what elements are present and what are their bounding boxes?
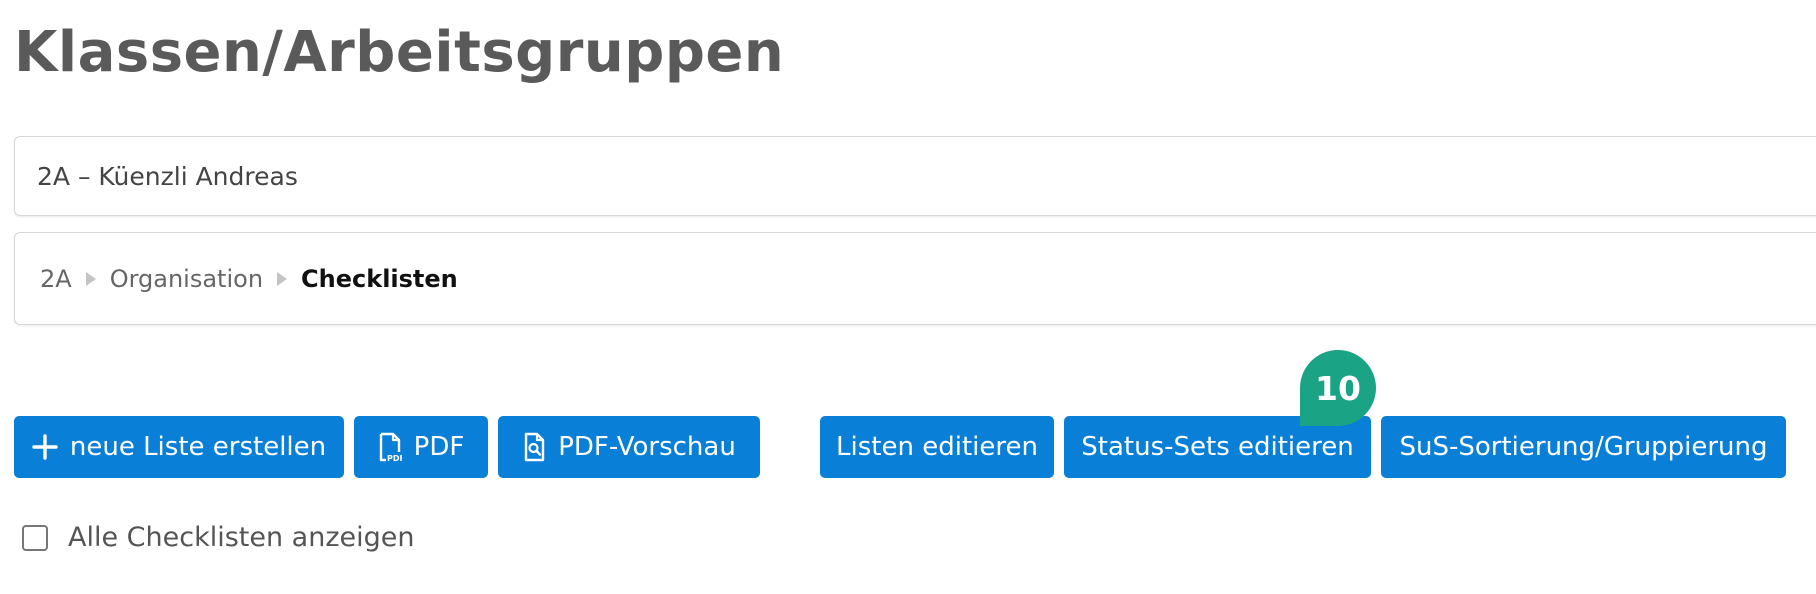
edit-lists-button[interactable]: Listen editieren xyxy=(820,416,1054,478)
show-all-checkbox[interactable] xyxy=(22,524,48,551)
page: Klassen/Arbeitsgruppen 2A – Küenzli Andr… xyxy=(0,0,1816,594)
breadcrumb-separator-icon xyxy=(85,271,96,286)
class-selector[interactable]: 2A – Küenzli Andreas xyxy=(14,136,1816,216)
breadcrumb-item-organisation[interactable]: Organisation xyxy=(110,265,263,293)
step-badge-number: 10 xyxy=(1315,368,1361,408)
new-list-button[interactable]: neue Liste erstellen xyxy=(14,416,344,478)
sus-sorting-label: SuS-Sortierung/Gruppierung xyxy=(1399,432,1768,462)
file-search-icon xyxy=(522,432,546,462)
class-selector-value: 2A – Küenzli Andreas xyxy=(37,161,298,191)
sus-sorting-button[interactable]: SuS-Sortierung/Gruppierung xyxy=(1381,416,1786,478)
page-title: Klassen/Arbeitsgruppen xyxy=(14,20,785,85)
show-all-checklists-option[interactable]: Alle Checklisten anzeigen xyxy=(22,522,415,553)
edit-status-sets-label: Status-Sets editieren xyxy=(1081,432,1354,462)
pdf-preview-button[interactable]: PDF-Vorschau xyxy=(498,416,760,478)
new-list-label: neue Liste erstellen xyxy=(69,432,327,462)
step-badge: 10 xyxy=(1300,350,1376,426)
pdf-label: PDF xyxy=(413,432,465,462)
show-all-label: Alle Checklisten anzeigen xyxy=(68,522,415,553)
svg-text:PDF: PDF xyxy=(387,454,402,462)
pdf-file-icon: PDF xyxy=(378,432,402,462)
breadcrumb-item-class[interactable]: 2A xyxy=(40,265,72,293)
pdf-button[interactable]: PDF PDF xyxy=(354,416,488,478)
edit-lists-label: Listen editieren xyxy=(836,432,1038,462)
breadcrumb-item-checklisten: Checklisten xyxy=(301,264,458,293)
breadcrumb: 2A Organisation Checklisten xyxy=(14,232,1816,325)
breadcrumb-separator-icon xyxy=(277,271,288,286)
pdf-preview-label: PDF-Vorschau xyxy=(558,432,736,462)
plus-icon xyxy=(32,434,58,460)
